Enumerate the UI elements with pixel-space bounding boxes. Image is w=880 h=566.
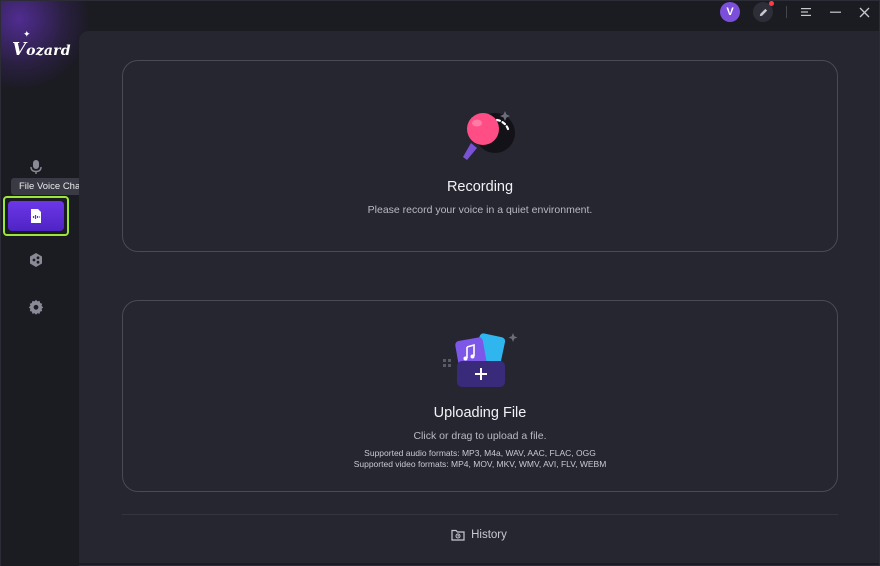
recording-microphone-icon [463, 111, 515, 160]
history-button[interactable]: History [79, 529, 879, 541]
sidebar-item-share[interactable] [5, 242, 67, 278]
sidebar-item-settings[interactable] [5, 289, 67, 325]
upload-subtitle: Click or drag to upload a file. [413, 430, 547, 442]
video-formats-text: Supported video formats: MP4, MOV, MKV, … [353, 459, 607, 469]
recording-subtitle: Please record your voice in a quiet envi… [367, 204, 593, 216]
microphone-icon [30, 160, 42, 174]
history-divider [122, 514, 838, 515]
history-label: History [471, 529, 507, 541]
app-window: ✦ Vozard File Voice Changer V Recording … [0, 0, 880, 566]
titlebar-separator [786, 6, 787, 18]
close-icon [859, 7, 869, 17]
sidebar-item-file-voice-changer[interactable] [3, 196, 69, 236]
file-audio-icon [31, 209, 41, 223]
share-icon [30, 253, 42, 267]
menu-icon [800, 8, 811, 16]
recording-title: Recording [446, 179, 514, 195]
audio-formats-text: Supported audio formats: MP3, M4a, WAV, … [364, 448, 596, 458]
recording-card[interactable]: Recording Please record your voice in a … [122, 60, 838, 252]
folder-icon [451, 529, 465, 541]
upload-file-icon [443, 333, 518, 387]
pen-icon [759, 8, 767, 16]
notification-dot [769, 1, 774, 6]
minimize-button[interactable] [826, 3, 844, 21]
close-button[interactable] [855, 3, 873, 21]
sidebar: ✦ Vozard File Voice Changer [1, 1, 108, 566]
user-avatar[interactable]: V [720, 2, 740, 22]
upload-title: Uploading File [433, 405, 527, 421]
app-logo: Vozard [12, 39, 71, 60]
gear-icon [28, 299, 44, 315]
main-panel: Recording Please record your voice in a … [79, 31, 879, 563]
upload-card[interactable]: Uploading File Click or drag to upload a… [122, 300, 838, 492]
minimize-icon [829, 11, 841, 13]
menu-button[interactable] [797, 3, 815, 21]
feedback-button[interactable] [753, 1, 774, 22]
active-nav-background [8, 201, 64, 231]
